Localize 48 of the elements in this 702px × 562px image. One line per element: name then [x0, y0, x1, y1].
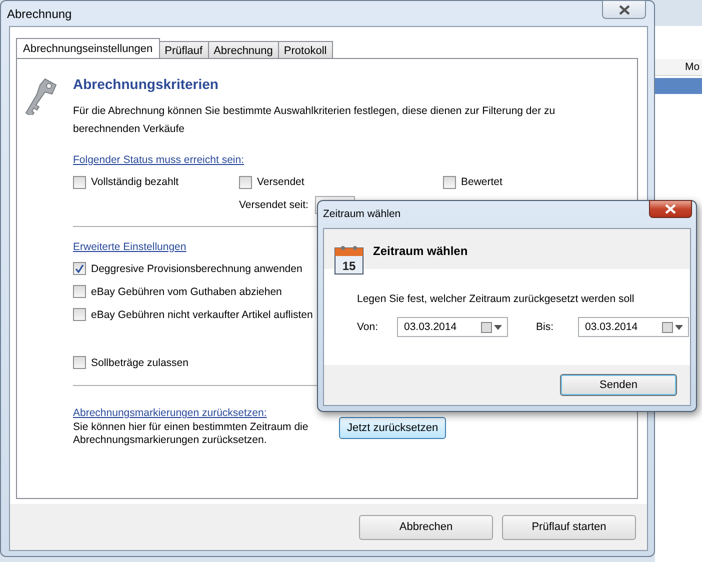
- tab[interactable]: Abrechnung: [208, 41, 279, 58]
- window-title: Abrechnung: [7, 6, 72, 20]
- close-button[interactable]: [602, 0, 646, 19]
- description-text: Für die Abrechnung können Sie bestimmte Auswahlkriterien festlegen, diese dienen zur Filterung der zu berechnenden Verkäufe: [73, 104, 556, 137]
- checkbox-label: Bewertet: [461, 176, 502, 188]
- checkbox-label: Deggresive Provisionsberechnung anwenden: [91, 262, 302, 274]
- dialog-button[interactable]: Abbrechen: [359, 514, 493, 540]
- tab[interactable]: Prüflauf: [158, 41, 209, 58]
- section-heading: Abrechnungskriterien: [73, 76, 220, 92]
- check-icon: [75, 264, 84, 273]
- checkbox-label: Versendet: [257, 176, 304, 188]
- reset-description: Sie können hier für einen bestimmten Zeitraum die Abrechnungsmarkierungen zurücksetzen.: [73, 421, 310, 447]
- checkbox-label: eBay Gebühren vom Guthaben abziehen: [91, 286, 282, 298]
- checkbox-label: eBay Gebühren nicht verkaufter Artikel auflisten: [91, 308, 313, 320]
- dialog-button[interactable]: Prüflauf starten: [502, 514, 636, 540]
- column-header: Mo: [655, 59, 702, 76]
- reset-button[interactable]: Jetzt zurücksetzen: [339, 417, 446, 439]
- field-label: Versendet seit:: [239, 199, 308, 211]
- checkbox[interactable]: [73, 285, 86, 298]
- checkbox-label: Vollständig bezahlt: [91, 176, 179, 188]
- close-button[interactable]: [649, 200, 692, 218]
- close-icon: [665, 204, 676, 214]
- dialog-title: Zeitraum wählen: [323, 208, 401, 220]
- calendar-dropdown-icon[interactable]: [662, 322, 684, 332]
- checkbox[interactable]: [443, 176, 456, 188]
- date-picker[interactable]: 03.03.2014: [397, 317, 508, 337]
- calendar-icon: 15: [334, 245, 364, 275]
- section-link[interactable]: Folgender Status muss erreicht sein:: [73, 154, 244, 166]
- tab[interactable]: Abrechnungseinstellungen: [16, 38, 160, 59]
- checkbox[interactable]: [73, 176, 86, 188]
- tab[interactable]: Protokoll: [278, 41, 333, 58]
- key-icon: [25, 77, 59, 115]
- checkbox[interactable]: [239, 176, 252, 188]
- close-icon: [618, 4, 630, 14]
- date-picker[interactable]: 03.03.2014: [578, 317, 689, 337]
- checkbox[interactable]: [73, 262, 86, 275]
- calendar-dropdown-icon[interactable]: [481, 322, 503, 332]
- field-label: Von:: [357, 321, 380, 333]
- section-link[interactable]: Erweiterte Einstellungen: [73, 241, 186, 253]
- section-link[interactable]: Abrechnungsmarkierungen zurücksetzen:: [73, 407, 267, 419]
- checkbox-label: Sollbeträge zulassen: [91, 356, 188, 368]
- send-button[interactable]: Senden: [560, 374, 677, 396]
- prompt-text: Legen Sie fest, welcher Zeitraum zurückgesetzt werden soll: [357, 293, 636, 305]
- selected-row: [655, 78, 702, 94]
- checkbox[interactable]: [73, 356, 86, 369]
- field-label: Bis:: [536, 321, 555, 333]
- dialog-heading: Zeitraum wählen: [373, 244, 468, 260]
- checkbox[interactable]: [73, 308, 86, 321]
